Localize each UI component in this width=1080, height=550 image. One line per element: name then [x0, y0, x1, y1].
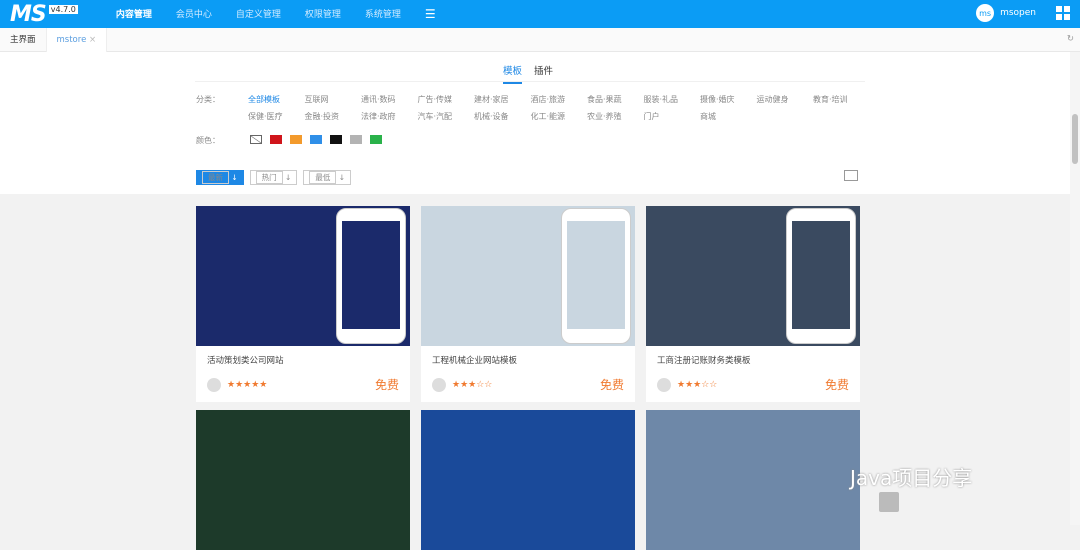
category-item[interactable]: 农业·养殖: [587, 111, 644, 122]
nav-custom[interactable]: 自定义管理: [236, 7, 281, 21]
nav-content[interactable]: 内容管理: [116, 7, 152, 21]
color-swatch[interactable]: [350, 135, 362, 144]
category-label: 分类：: [196, 94, 220, 105]
rating-stars: ★★★★★: [227, 380, 267, 390]
color-swatch[interactable]: [270, 135, 282, 144]
template-title[interactable]: 工商注册记账财务类模板: [646, 346, 860, 366]
tab-mstore-label: mstore: [57, 35, 87, 45]
sort-hot-label: 热门: [256, 171, 283, 184]
author-avatar: [207, 378, 221, 392]
category-item[interactable]: 广告·传媒: [418, 94, 475, 105]
rating-stars: ★★★☆☆: [452, 380, 492, 390]
author-avatar: [432, 378, 446, 392]
close-icon[interactable]: ×: [89, 35, 96, 45]
sort-lowest-label: 最低: [309, 171, 336, 184]
template-thumbnail[interactable]: [421, 410, 635, 550]
color-swatch[interactable]: [290, 135, 302, 144]
category-item[interactable]: 法律·政府: [361, 111, 418, 122]
color-swatch[interactable]: [370, 135, 382, 144]
top-bar: MS v4.7.0 内容管理 会员中心 自定义管理 权限管理 系统管理 ☰ ms…: [0, 0, 1080, 28]
template-card[interactable]: [196, 410, 410, 550]
color-any-swatch[interactable]: [250, 135, 262, 144]
monitor-icon[interactable]: [844, 170, 858, 181]
nav-system[interactable]: 系统管理: [365, 7, 401, 21]
refresh-icon[interactable]: ↻: [1067, 34, 1074, 44]
nav-permissions[interactable]: 权限管理: [305, 7, 341, 21]
category-item[interactable]: 酒店·旅游: [531, 94, 588, 105]
template-title[interactable]: 工程机械企业网站模板: [421, 346, 635, 366]
template-title[interactable]: 活动策划类公司网站: [196, 346, 410, 366]
phone-preview: [786, 208, 856, 344]
color-swatch[interactable]: [330, 135, 342, 144]
sort-lowest[interactable]: 最低 ↓: [303, 170, 351, 185]
user-menu[interactable]: ms msopen: [976, 4, 1070, 22]
price: 免费: [375, 376, 399, 393]
tab-mstore[interactable]: mstore ×: [47, 28, 108, 52]
sort-hot[interactable]: 热门 ↓: [250, 170, 298, 185]
category-item[interactable]: 互联网: [305, 94, 362, 105]
price: 免费: [825, 376, 849, 393]
phone-preview: [336, 208, 406, 344]
category-item[interactable]: 汽车·汽配: [418, 111, 475, 122]
category-item[interactable]: 全部模板: [248, 94, 305, 105]
avatar: ms: [976, 4, 994, 22]
scrollbar[interactable]: [1070, 52, 1080, 525]
logo[interactable]: MS: [10, 2, 46, 27]
category-item[interactable]: 摄像·婚庆: [700, 94, 757, 105]
category-item[interactable]: 门户: [644, 111, 701, 122]
menu-icon[interactable]: ☰: [425, 7, 436, 21]
category-item[interactable]: 商城: [700, 111, 757, 122]
back-to-top-button[interactable]: [879, 492, 899, 512]
category-item[interactable]: 服装·礼品: [644, 94, 701, 105]
template-card[interactable]: 活动策划类公司网站 ★★★★★ 免费: [196, 206, 410, 402]
category-item[interactable]: 运动健身: [757, 94, 814, 105]
template-card[interactable]: 工程机械企业网站模板 ★★★☆☆ 免费: [421, 206, 635, 402]
template-card[interactable]: [421, 410, 635, 550]
template-thumbnail[interactable]: [196, 410, 410, 550]
template-thumbnail[interactable]: [646, 206, 860, 346]
template-card[interactable]: 工商注册记账财务类模板 ★★★☆☆ 免费: [646, 206, 860, 402]
apps-grid-icon[interactable]: [1056, 6, 1070, 20]
category-list: 全部模板互联网通讯·数码广告·传媒建材·家居酒店·旅游食品·果蔬服装·礼品摄像·…: [248, 94, 868, 122]
sort-newest[interactable]: 最新 ↓: [196, 170, 244, 185]
category-item[interactable]: 通讯·数码: [361, 94, 418, 105]
category-item[interactable]: 保健·医疗: [248, 111, 305, 122]
main-nav: 内容管理 会员中心 自定义管理 权限管理 系统管理 ☰: [116, 7, 460, 21]
category-item[interactable]: 化工·能源: [531, 111, 588, 122]
watermark: Java项目分享: [850, 462, 972, 491]
template-thumbnail[interactable]: [421, 206, 635, 346]
color-swatch[interactable]: [310, 135, 322, 144]
divider: [195, 81, 865, 82]
user-name: msopen: [1000, 8, 1036, 18]
category-item[interactable]: 机械·设备: [474, 111, 531, 122]
rating-stars: ★★★☆☆: [677, 380, 717, 390]
template-thumbnail[interactable]: [646, 410, 860, 550]
category-item[interactable]: 教育·培训: [813, 94, 870, 105]
phone-preview: [561, 208, 631, 344]
template-card[interactable]: [646, 410, 860, 550]
template-thumbnail[interactable]: [196, 206, 410, 346]
version-badge: v4.7.0: [49, 5, 78, 14]
filter-panel: 模板插件 分类： 全部模板互联网通讯·数码广告·传媒建材·家居酒店·旅游食品·果…: [0, 52, 1070, 194]
price: 免费: [600, 376, 624, 393]
sort-newest-label: 最新: [202, 171, 229, 184]
tab-home[interactable]: 主界面: [0, 28, 47, 52]
author-avatar: [657, 378, 671, 392]
category-item[interactable]: 金融·投资: [305, 111, 362, 122]
page-tabs: 主界面 mstore × ↻: [0, 28, 1080, 52]
category-item[interactable]: 建材·家居: [474, 94, 531, 105]
category-item[interactable]: 食品·果蔬: [587, 94, 644, 105]
color-label: 颜色：: [196, 135, 220, 146]
nav-members[interactable]: 会员中心: [176, 7, 212, 21]
color-list: [250, 135, 382, 144]
